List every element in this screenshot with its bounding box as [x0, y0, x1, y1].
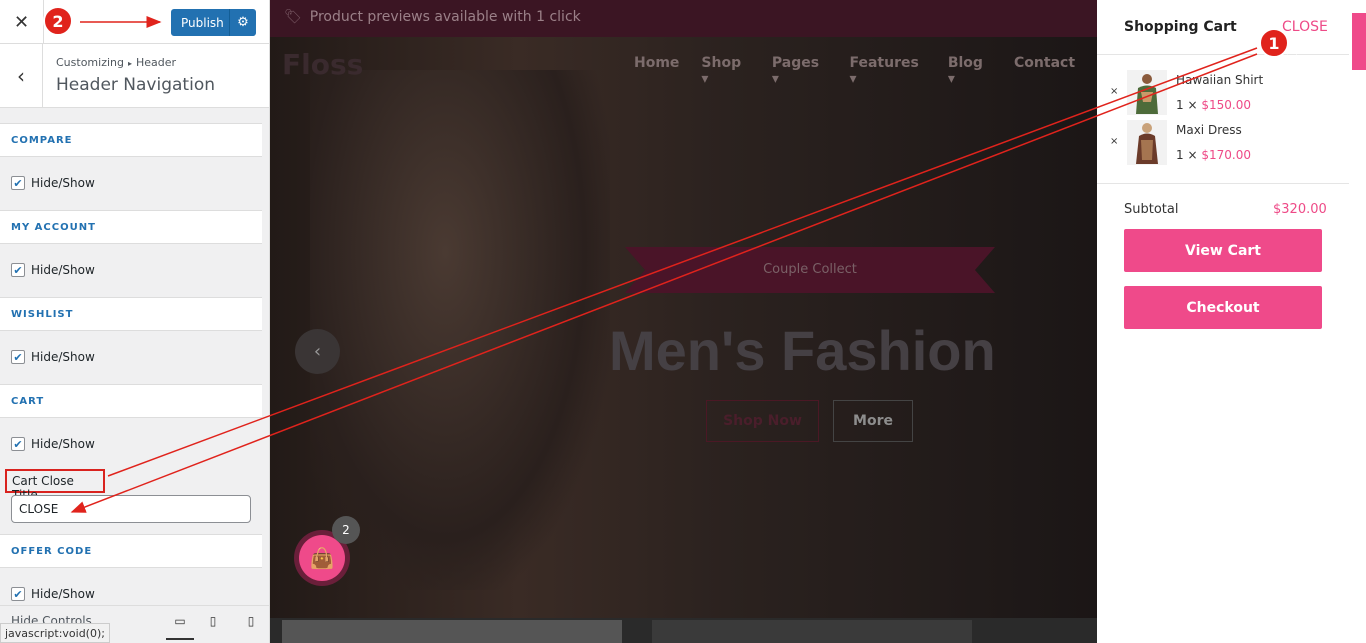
step-badge-2: 2	[43, 6, 73, 36]
site-preview: 🏷 Product previews available with 1 click…	[270, 0, 1097, 643]
cart-item-name[interactable]: Maxi Dress	[1176, 123, 1242, 137]
shopping-cart-drawer: Shopping Cart CLOSE × Hawaiian Shirt 1 ×…	[1097, 0, 1366, 643]
shop-now-button[interactable]: Shop Now	[706, 400, 819, 442]
cart-close-link[interactable]: CLOSE	[1282, 19, 1328, 35]
nav-item-features[interactable]: Features ▾	[849, 55, 925, 87]
mobile-preview-icon[interactable]: ▯	[242, 614, 260, 632]
slider-prev-button[interactable]: ‹	[295, 329, 340, 374]
view-cart-button[interactable]: View Cart	[1124, 229, 1322, 272]
announcement-bar: 🏷 Product previews available with 1 click	[270, 0, 1097, 37]
checkbox-checked-icon[interactable]: ✔	[11, 587, 25, 601]
cart-toggle[interactable]: ✔ Hide/Show	[11, 437, 95, 451]
gear-icon[interactable]: ⚙	[229, 9, 256, 36]
compare-toggle[interactable]: ✔ Hide/Show	[11, 176, 95, 190]
section-title: Header Navigation	[56, 75, 215, 95]
checkbox-checked-icon[interactable]: ✔	[11, 437, 25, 451]
product-thumbnail[interactable]	[1127, 70, 1167, 115]
browser-status-bar: javascript:void(0);	[0, 623, 110, 643]
nav-item-shop[interactable]: Shop ▾	[701, 55, 750, 87]
chevron-left-icon: ‹	[17, 64, 25, 88]
wishlist-toggle-label: Hide/Show	[31, 350, 95, 364]
nav-item-pages[interactable]: Pages ▾	[772, 55, 828, 87]
cart-toggle-label: Hide/Show	[31, 437, 95, 451]
desktop-preview-icon[interactable]: ▭	[166, 614, 194, 640]
hero-headline: Men's Fashion	[609, 319, 996, 382]
section-label-wishlist: WISHLIST	[0, 297, 262, 331]
cart-close-title-label: Cart Close Title	[5, 469, 105, 502]
cart-item-quantity: 1 × $150.00	[1176, 98, 1251, 112]
publish-button[interactable]: Publish ⚙	[171, 9, 256, 36]
cart-count-badge: 2	[332, 516, 360, 544]
product-thumb	[652, 620, 972, 643]
cart-item-price: $150.00	[1201, 98, 1251, 112]
compare-toggle-label: Hide/Show	[31, 176, 95, 190]
hand-cursor-icon: ☝	[1286, 40, 1299, 64]
wishlist-toggle[interactable]: ✔ Hide/Show	[11, 350, 95, 364]
subtotal-value: $320.00	[1273, 202, 1327, 217]
cart-item: × Maxi Dress 1 × $170.00	[1097, 118, 1349, 168]
offer-code-toggle[interactable]: ✔ Hide/Show	[11, 587, 95, 601]
section-label-my-account: MY ACCOUNT	[0, 210, 262, 244]
section-label-cart: CART	[0, 384, 262, 418]
customizer-topbar: ✕ Publish ⚙	[0, 0, 269, 44]
checkbox-checked-icon[interactable]: ✔	[11, 263, 25, 277]
section-label-compare: COMPARE	[0, 123, 262, 157]
remove-item-icon[interactable]: ×	[1110, 136, 1118, 147]
section-header: ‹ Customizing ▸ Header Header Navigation	[0, 44, 269, 108]
main-navigation: Home Shop ▾ Pages ▾ Features ▾ Blog ▾ Co…	[634, 55, 1097, 87]
breadcrumb-leaf: Header	[136, 56, 177, 69]
hero-subtitle: Couple Collect	[763, 262, 857, 277]
tag-icon: 🏷	[284, 9, 302, 25]
product-thumbnail[interactable]	[1127, 120, 1167, 165]
hero-image	[310, 70, 610, 590]
nav-item-home[interactable]: Home	[634, 55, 679, 87]
my-account-toggle[interactable]: ✔ Hide/Show	[11, 263, 95, 277]
preview-bottom-strip	[270, 618, 1097, 643]
checkout-button[interactable]: Checkout	[1124, 286, 1322, 329]
checkbox-checked-icon[interactable]: ✔	[11, 350, 25, 364]
product-thumb	[282, 620, 622, 643]
tablet-preview-icon[interactable]: ▯	[204, 614, 222, 632]
breadcrumb-root: Customizing	[56, 56, 124, 69]
nav-item-blog[interactable]: Blog ▾	[948, 55, 992, 87]
more-button[interactable]: More	[833, 400, 913, 442]
checkbox-checked-icon[interactable]: ✔	[11, 176, 25, 190]
announcement-text: Product previews available with 1 click	[309, 9, 581, 25]
cart-item-qty: 1 ×	[1176, 148, 1198, 162]
cart-item-quantity: 1 × $170.00	[1176, 148, 1251, 162]
divider	[1097, 54, 1349, 55]
publish-label: Publish	[181, 15, 224, 30]
cart-item-qty: 1 ×	[1176, 98, 1198, 112]
divider	[1097, 183, 1349, 184]
step-badge-1: 1	[1259, 28, 1289, 58]
cart-item-name[interactable]: Hawaiian Shirt	[1176, 73, 1263, 87]
cart-item: × Hawaiian Shirt 1 × $150.00	[1097, 68, 1349, 118]
customizer-sidebar: ✕ Publish ⚙ ‹ Customizing ▸ Header Header …	[0, 0, 270, 643]
site-logo[interactable]: Floss	[282, 48, 363, 81]
back-button[interactable]: ‹	[0, 44, 43, 108]
chevron-left-icon: ‹	[313, 341, 322, 362]
remove-item-icon[interactable]: ×	[1110, 86, 1118, 97]
cart-close-title-input[interactable]: CLOSE	[11, 495, 251, 523]
offer-code-toggle-label: Hide/Show	[31, 587, 95, 601]
subtotal-label: Subtotal	[1124, 202, 1179, 217]
breadcrumb: Customizing ▸ Header	[56, 56, 176, 69]
cart-title: Shopping Cart	[1124, 19, 1237, 35]
breadcrumb-separator: ▸	[127, 59, 132, 68]
close-icon[interactable]: ✕	[0, 0, 44, 44]
cart-item-price: $170.00	[1201, 148, 1251, 162]
section-label-offer-code: OFFER CODE	[0, 534, 262, 568]
my-account-toggle-label: Hide/Show	[31, 263, 95, 277]
scrollbar[interactable]	[1352, 13, 1366, 70]
nav-item-contact[interactable]: Contact	[1014, 55, 1075, 87]
